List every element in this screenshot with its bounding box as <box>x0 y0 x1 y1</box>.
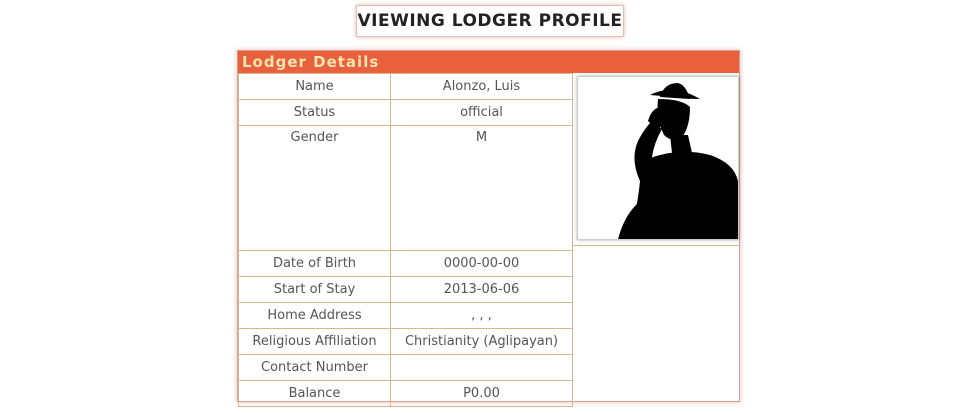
home-address-label: Home Address <box>238 302 391 329</box>
card-header: Lodger Details <box>238 51 739 73</box>
photo-cell <box>573 73 739 246</box>
start-of-stay-value: 2013-06-06 <box>390 276 573 303</box>
balance-label: Balance <box>238 380 391 407</box>
date-of-birth-label: Date of Birth <box>238 250 391 277</box>
row-home-address: Home Address , , , <box>238 302 573 329</box>
name-value: Alonzo, Luis <box>390 73 573 100</box>
row-religious-affiliation: Religious Affiliation Christianity (Agli… <box>238 328 573 355</box>
status-label: Status <box>238 99 391 126</box>
row-gender: Gender M <box>238 125 573 251</box>
gender-label: Gender <box>238 125 391 251</box>
gender-value: M <box>390 125 573 251</box>
row-date-of-birth: Date of Birth 0000-00-00 <box>238 250 573 277</box>
lodger-photo <box>577 76 739 240</box>
details-table: Name Alonzo, Luis Status official Gender… <box>238 73 573 407</box>
start-of-stay-label: Start of Stay <box>238 276 391 303</box>
row-status: Status official <box>238 99 573 126</box>
row-name: Name Alonzo, Luis <box>238 73 573 100</box>
row-contact-number: Contact Number <box>238 354 573 381</box>
balance-value: P0.00 <box>390 380 573 407</box>
contact-number-label: Contact Number <box>238 354 391 381</box>
religious-affiliation-label: Religious Affiliation <box>238 328 391 355</box>
row-balance: Balance P0.00 <box>238 380 573 407</box>
date-of-birth-value: 0000-00-00 <box>390 250 573 277</box>
status-value: official <box>390 99 573 126</box>
religious-affiliation-value: Christianity (Aglipayan) <box>390 328 573 355</box>
page-title: VIEWING LODGER PROFILE <box>356 5 624 37</box>
home-address-value: , , , <box>390 302 573 329</box>
name-label: Name <box>238 73 391 100</box>
person-silhouette-icon <box>618 83 738 239</box>
lodger-details-card: Lodger Details Name Alonzo, Luis Status … <box>237 50 740 407</box>
contact-number-value <box>390 354 573 381</box>
row-start-of-stay: Start of Stay 2013-06-06 <box>238 276 573 303</box>
